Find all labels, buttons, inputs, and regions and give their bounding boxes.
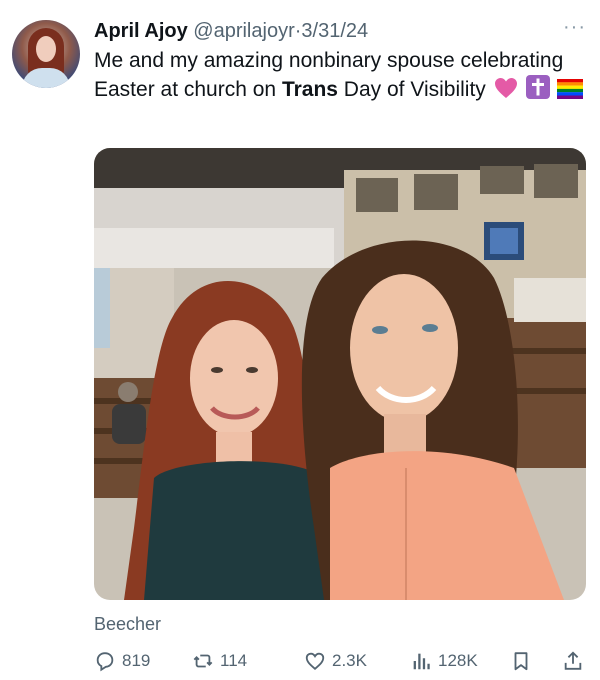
tweet-date[interactable]: 3/31/24	[301, 20, 368, 42]
action-bar: 819 114 2.3K 128K	[94, 648, 588, 674]
repost-icon	[193, 654, 213, 668]
pink-heart-icon	[494, 77, 518, 107]
reply-count: 819	[122, 651, 151, 670]
views-icon	[413, 653, 430, 670]
reply-button[interactable]: 819	[94, 648, 150, 674]
more-options-icon[interactable]: ···	[563, 16, 586, 39]
repost-button[interactable]: 114	[192, 648, 247, 674]
cross-icon	[525, 75, 550, 107]
repost-count: 114	[220, 651, 248, 670]
share-button[interactable]	[562, 648, 590, 674]
author-name[interactable]: April Ajoy	[94, 20, 188, 42]
bookmark-icon	[514, 652, 528, 671]
views-count: 128K	[438, 651, 478, 670]
bookmark-button[interactable]	[510, 648, 538, 674]
tweet-photo[interactable]	[94, 148, 586, 600]
tweet-text: Me and my amazing nonbinary spouse celeb…	[94, 46, 584, 107]
share-icon	[564, 651, 582, 670]
views-button[interactable]: 128K	[410, 648, 478, 674]
like-icon	[305, 652, 325, 670]
reply-icon	[96, 652, 114, 672]
rainbow-flag-icon	[557, 78, 584, 107]
tweet[interactable]: April Ajoy @aprilajoyr·3/31/24 ··· Me an…	[0, 0, 600, 680]
like-count: 2.3K	[332, 651, 367, 670]
tweet-text-part2: Day of Visibility	[337, 78, 486, 101]
avatar[interactable]	[12, 20, 80, 88]
author-handle[interactable]: @aprilajoyr	[193, 20, 294, 42]
church-selfie-image	[94, 148, 586, 600]
photo-caption: Beecher	[94, 614, 162, 634]
tweet-text-bold: Trans	[281, 78, 338, 101]
avatar-face	[36, 36, 56, 62]
tweet-header: April Ajoy @aprilajoyr·3/31/24	[94, 18, 368, 44]
like-button[interactable]: 2.3K	[304, 648, 367, 674]
